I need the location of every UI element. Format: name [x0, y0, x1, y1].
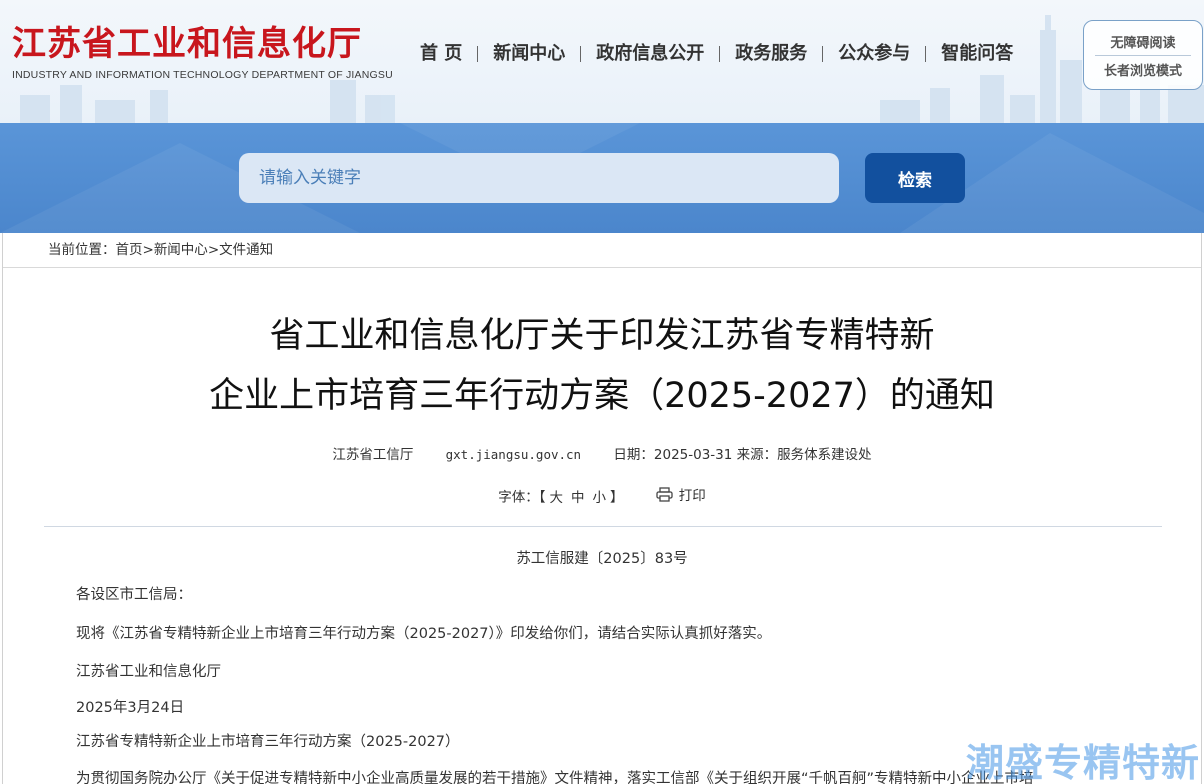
document-number: 苏工信服建〔2025〕83号: [516, 551, 688, 567]
article-paragraph-plan-title: 江苏省专精特新企业上市培育三年行动方案（2025-2027）: [76, 734, 460, 750]
site-logo[interactable]: 江苏省工业和信息化厅 INDUSTRY AND INFORMATION TECH…: [12, 22, 393, 81]
nav-news-center[interactable]: 新闻中心: [478, 42, 580, 66]
article-paragraph-issuer: 江苏省工业和信息化厅: [76, 664, 221, 680]
article-meta: 江苏省工信厅 gxt.jiangsu.gov.cn 日期：2025-03-31 …: [3, 443, 1201, 463]
search-button[interactable]: 检索: [865, 153, 965, 203]
main-nav: 首 页 新闻中心 政府信息公开 政务服务 公众参与 智能问答: [405, 42, 1028, 66]
site-header: 江苏省工业和信息化厅 INDUSTRY AND INFORMATION TECH…: [0, 0, 1204, 123]
nav-public-participation[interactable]: 公众参与: [823, 42, 925, 66]
nav-smart-qa[interactable]: 智能问答: [926, 42, 1028, 66]
article-paragraph-body: 现将《江苏省专精特新企业上市培育三年行动方案（2025-2027）》印发给你们，…: [76, 626, 772, 642]
breadcrumb-separator: >: [142, 242, 154, 258]
article-tools: 字体：【大中小】 打印: [3, 484, 1201, 506]
print-button[interactable]: 打印: [656, 484, 706, 504]
article-title-line-2: 企业上市培育三年行动方案（2025-2027）的通知: [209, 376, 995, 416]
search-input[interactable]: [239, 153, 839, 203]
meta-url: gxt.jiangsu.gov.cn: [445, 447, 582, 462]
meta-site: 江苏省工信厅: [332, 447, 414, 463]
article-divider: [44, 526, 1162, 527]
print-label: 打印: [678, 488, 706, 504]
logo-subtitle: INDUSTRY AND INFORMATION TECHNOLOGY DEPA…: [12, 69, 393, 81]
accessibility-panel: 无障碍阅读 长者浏览模式: [1083, 20, 1203, 90]
breadcrumb-home[interactable]: 首页: [116, 242, 143, 258]
nav-home[interactable]: 首 页: [405, 42, 477, 66]
meta-date: 2025-03-31: [653, 447, 733, 463]
font-bracket-close: 】: [609, 489, 624, 506]
search-band: 检索: [0, 123, 1204, 233]
meta-date-label: 日期：: [613, 447, 654, 463]
article-paragraph-date: 2025年3月24日: [76, 700, 185, 716]
breadcrumb-separator: >: [207, 242, 220, 258]
breadcrumb-prefix: 当前位置：: [48, 242, 116, 258]
printer-icon: [656, 486, 673, 502]
breadcrumb: 当前位置：首页>新闻中心>文件通知: [3, 233, 1201, 268]
font-bracket-open: 【: [538, 489, 546, 506]
nav-gov-info[interactable]: 政府信息公开: [581, 42, 719, 66]
accessible-reading-button[interactable]: 无障碍阅读: [1110, 28, 1175, 55]
font-size-small[interactable]: 小: [592, 490, 606, 506]
article-title-line-1: 省工业和信息化厅关于印发江苏省专精特新: [269, 316, 935, 356]
breadcrumb-news-center[interactable]: 新闻中心: [154, 242, 208, 258]
meta-source: 服务体系建设处: [777, 447, 872, 463]
article-container: 当前位置：首页>新闻中心>文件通知 省工业和信息化厅关于印发江苏省专精特新 企业…: [2, 233, 1202, 784]
article-title: 省工业和信息化厅关于印发江苏省专精特新 企业上市培育三年行动方案（2025-20…: [3, 306, 1201, 426]
font-size-label: 字体：: [498, 489, 539, 506]
breadcrumb-file-notices[interactable]: 文件通知: [219, 242, 273, 258]
nav-gov-services[interactable]: 政务服务: [720, 42, 822, 66]
meta-source-label: 来源：: [736, 447, 778, 463]
font-size-large[interactable]: 大: [549, 490, 563, 506]
elder-mode-button[interactable]: 长者浏览模式: [1104, 56, 1182, 83]
logo-title: 江苏省工业和信息化厅: [12, 24, 362, 64]
article-paragraph-salutation: 各设区市工信局：: [76, 587, 192, 603]
article-paragraph-plan-intro: 为贯彻国务院办公厅《关于促进专精特新中小企业高质量发展的若干措施》文件精神，落实…: [76, 771, 1034, 784]
watermark-text: 潮盛专精特新: [966, 741, 1201, 784]
font-size-medium[interactable]: 中: [571, 490, 585, 506]
